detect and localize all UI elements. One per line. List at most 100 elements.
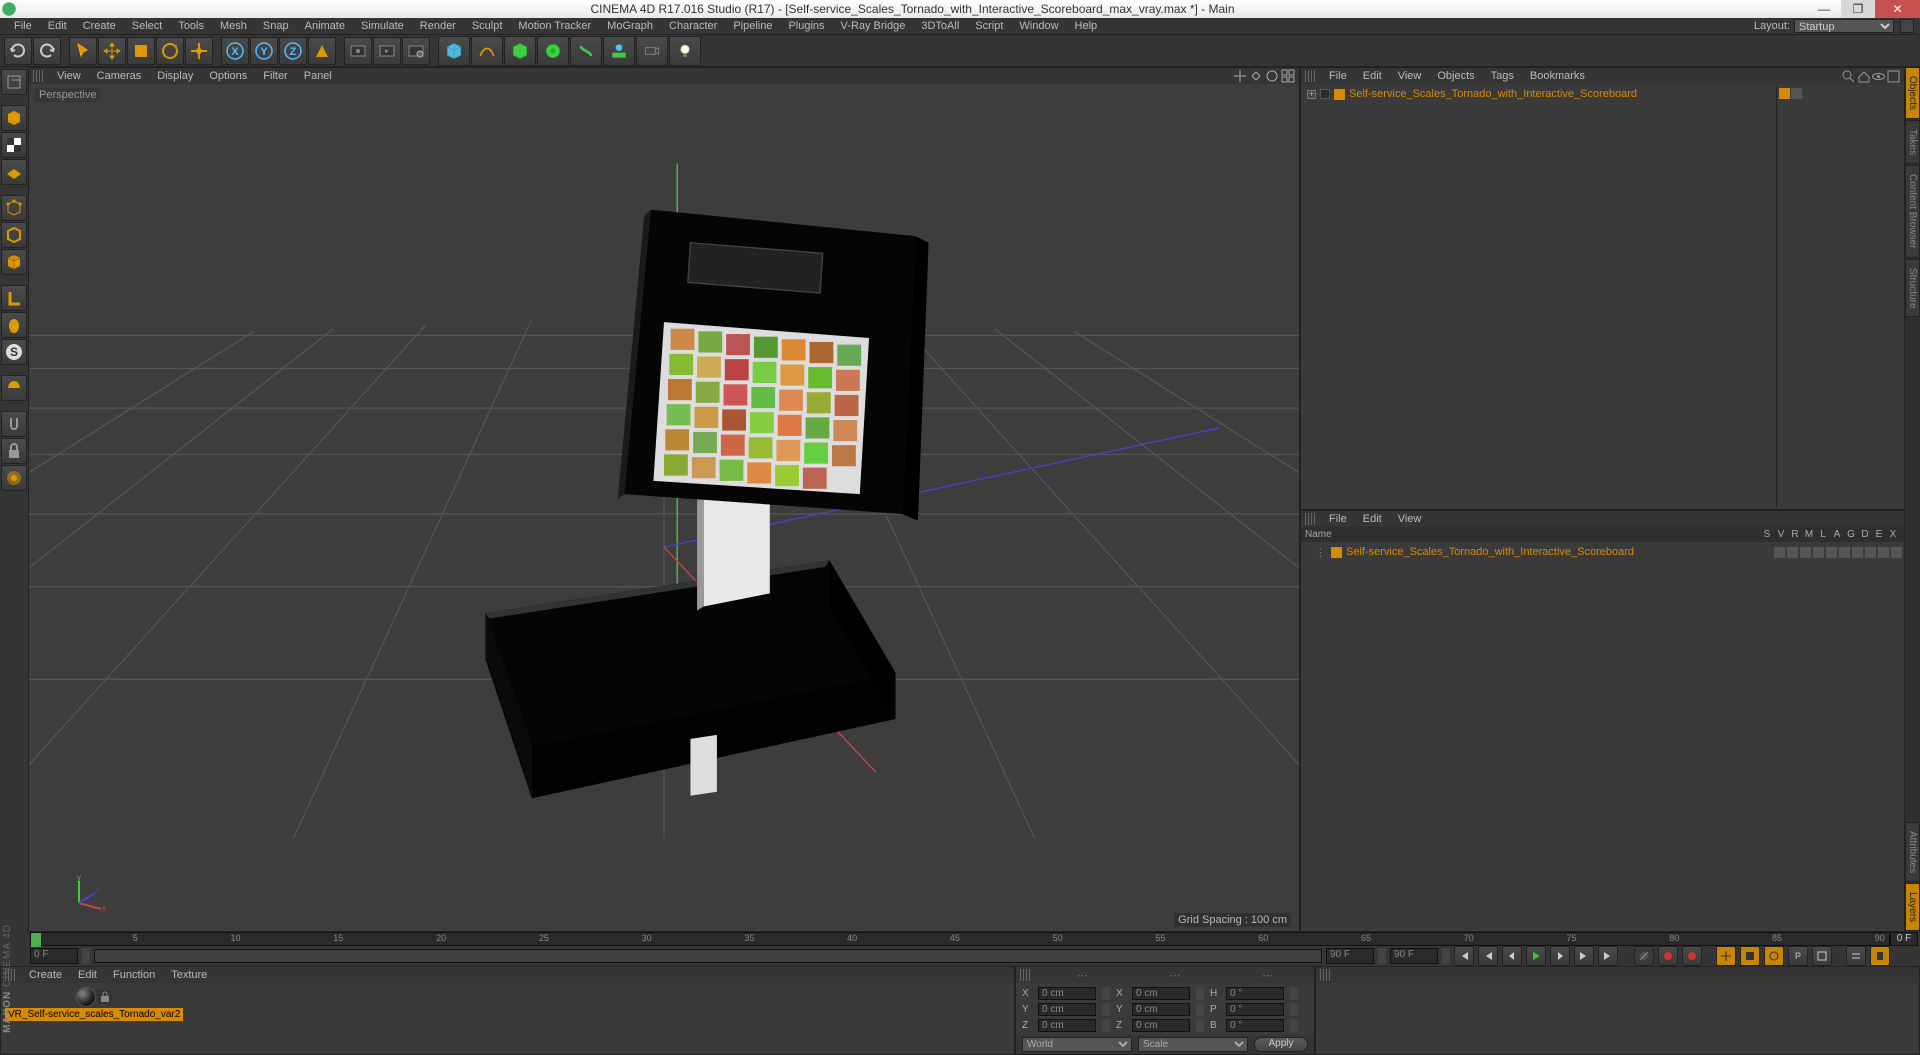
spinner-icon[interactable] bbox=[1290, 987, 1298, 1000]
grip-icon[interactable] bbox=[33, 70, 43, 82]
edges-mode-button[interactable] bbox=[1, 222, 27, 248]
rot-b-field[interactable]: 0 ° bbox=[1226, 1019, 1284, 1032]
maximize-button[interactable]: ❐ bbox=[1841, 0, 1875, 18]
deformer-button[interactable] bbox=[570, 36, 602, 66]
menu-simulate[interactable]: Simulate bbox=[353, 20, 412, 32]
expand-icon[interactable]: + bbox=[1307, 90, 1316, 99]
layer-row[interactable]: ⋮⋮ Self-service_Scales_Tornado_with_Inte… bbox=[1303, 544, 1902, 560]
menu-sculpt[interactable]: Sculpt bbox=[464, 20, 511, 32]
menu-window[interactable]: Window bbox=[1011, 20, 1066, 32]
menu-help[interactable]: Help bbox=[1067, 20, 1106, 32]
vp-display[interactable]: Display bbox=[149, 70, 201, 82]
key-anim-button[interactable] bbox=[1870, 946, 1890, 966]
menu-motiontracker[interactable]: Motion Tracker bbox=[510, 20, 599, 32]
record-off-button[interactable] bbox=[1634, 946, 1654, 966]
layer-swatch-icon[interactable] bbox=[1320, 89, 1330, 99]
timeline-frame-field[interactable]: 0 F bbox=[1890, 932, 1918, 946]
col-d[interactable]: D bbox=[1858, 529, 1872, 540]
spinner-icon[interactable] bbox=[1290, 1019, 1298, 1032]
menu-3dtoall[interactable]: 3DToAll bbox=[913, 20, 967, 32]
col-x[interactable]: X bbox=[1886, 529, 1900, 540]
vp-nav-zoom-icon[interactable] bbox=[1249, 69, 1263, 83]
size-x-field[interactable]: 0 cm bbox=[1132, 987, 1190, 1000]
object-tree[interactable]: + Self-service_Scales_Tornado_with_Inter… bbox=[1301, 84, 1904, 509]
light-button[interactable] bbox=[669, 36, 701, 66]
pos-x-field[interactable]: 0 cm bbox=[1038, 987, 1096, 1000]
vp-nav-move-icon[interactable] bbox=[1233, 69, 1247, 83]
axis-z-button[interactable]: Z bbox=[279, 37, 307, 65]
range-a-field[interactable]: 90 F bbox=[1326, 948, 1374, 964]
spinner-icon[interactable] bbox=[1102, 987, 1110, 1000]
render-pv-button[interactable] bbox=[373, 37, 401, 65]
goto-end-button[interactable] bbox=[1598, 946, 1618, 966]
obj-search-icon[interactable] bbox=[1842, 70, 1855, 83]
tag-icon[interactable] bbox=[1791, 88, 1802, 99]
size-y-field[interactable]: 0 cm bbox=[1132, 1003, 1190, 1016]
primitive-button[interactable] bbox=[438, 36, 470, 66]
make-editable-button[interactable] bbox=[1, 69, 27, 95]
axis-l-button[interactable] bbox=[1, 285, 27, 311]
nurbs-button[interactable] bbox=[504, 36, 536, 66]
key-rot-button[interactable] bbox=[1764, 946, 1784, 966]
mat-menu-create[interactable]: Create bbox=[21, 969, 70, 981]
spinner-icon[interactable] bbox=[1196, 1003, 1204, 1016]
vp-filter[interactable]: Filter bbox=[255, 70, 295, 82]
obj-home-icon[interactable] bbox=[1857, 70, 1870, 83]
tab-takes[interactable]: Takes bbox=[1905, 120, 1920, 164]
col-a[interactable]: A bbox=[1830, 529, 1844, 540]
vp-options[interactable]: Options bbox=[201, 70, 255, 82]
tab-structure[interactable]: Structure bbox=[1905, 259, 1920, 318]
menu-animate[interactable]: Animate bbox=[297, 20, 353, 32]
tag-icon[interactable] bbox=[1779, 88, 1790, 99]
layer-swatch-icon[interactable] bbox=[1331, 547, 1342, 558]
flag-a-icon[interactable] bbox=[1839, 547, 1850, 558]
move-tool[interactable] bbox=[98, 37, 126, 65]
coord-space-select[interactable]: World bbox=[1022, 1037, 1132, 1052]
col-v[interactable]: V bbox=[1774, 529, 1788, 540]
mat-menu-function[interactable]: Function bbox=[105, 969, 163, 981]
goto-start-button[interactable] bbox=[1454, 946, 1474, 966]
col-l[interactable]: L bbox=[1816, 529, 1830, 540]
environment-button[interactable] bbox=[603, 36, 635, 66]
autokey-button[interactable] bbox=[1658, 946, 1678, 966]
texture-mode-button[interactable] bbox=[1, 132, 27, 158]
menu-create[interactable]: Create bbox=[75, 20, 124, 32]
minimize-button[interactable]: — bbox=[1807, 0, 1841, 18]
col-g[interactable]: G bbox=[1844, 529, 1858, 540]
range-from-field[interactable]: 0 F bbox=[30, 948, 78, 964]
flag-s-icon[interactable] bbox=[1774, 547, 1785, 558]
tab-attributes[interactable]: Attributes bbox=[1905, 822, 1920, 882]
spinner-icon[interactable] bbox=[1290, 1003, 1298, 1016]
obj-menu-bookmarks[interactable]: Bookmarks bbox=[1522, 70, 1593, 82]
menu-vraybridge[interactable]: V-Ray Bridge bbox=[833, 20, 914, 32]
prev-key-button[interactable] bbox=[1478, 946, 1498, 966]
size-z-field[interactable]: 0 cm bbox=[1132, 1019, 1190, 1032]
col-m[interactable]: M bbox=[1802, 529, 1816, 540]
flag-e-icon[interactable] bbox=[1878, 547, 1889, 558]
timeline[interactable]: 051015202530354045505560657075808590 0 F bbox=[0, 932, 1920, 946]
coord-scale-select[interactable]: Scale bbox=[1138, 1037, 1248, 1052]
flag-g-icon[interactable] bbox=[1852, 547, 1863, 558]
col-r[interactable]: R bbox=[1788, 529, 1802, 540]
redo-button[interactable] bbox=[33, 37, 61, 65]
workplane-button[interactable] bbox=[1, 159, 27, 185]
snap-toggle-button[interactable] bbox=[1, 411, 27, 437]
grip-icon[interactable] bbox=[1020, 969, 1030, 981]
col-e[interactable]: E bbox=[1872, 529, 1886, 540]
key-pla-button[interactable] bbox=[1812, 946, 1832, 966]
menu-tools[interactable]: Tools bbox=[170, 20, 212, 32]
material-item[interactable]: VR_Self-service_scales_Tornado_var2 bbox=[5, 987, 183, 1021]
range-slider[interactable] bbox=[94, 949, 1322, 963]
grip-icon[interactable] bbox=[1305, 70, 1315, 82]
grip-icon[interactable] bbox=[1320, 969, 1330, 981]
key-param-button[interactable]: P bbox=[1788, 946, 1808, 966]
coord-system-button[interactable] bbox=[308, 37, 336, 65]
menu-snap[interactable]: Snap bbox=[255, 20, 297, 32]
axis-s-button[interactable]: S bbox=[1, 339, 27, 365]
tab-content-browser[interactable]: Content Browser bbox=[1905, 165, 1920, 257]
layer-name[interactable]: Self-service_Scales_Tornado_with_Interac… bbox=[1346, 546, 1770, 558]
material-name[interactable]: VR_Self-service_scales_Tornado_var2 bbox=[5, 1008, 183, 1021]
lasttool-button[interactable] bbox=[185, 37, 213, 65]
record-button[interactable] bbox=[1682, 946, 1702, 966]
axis-mouse-button[interactable] bbox=[1, 312, 27, 338]
